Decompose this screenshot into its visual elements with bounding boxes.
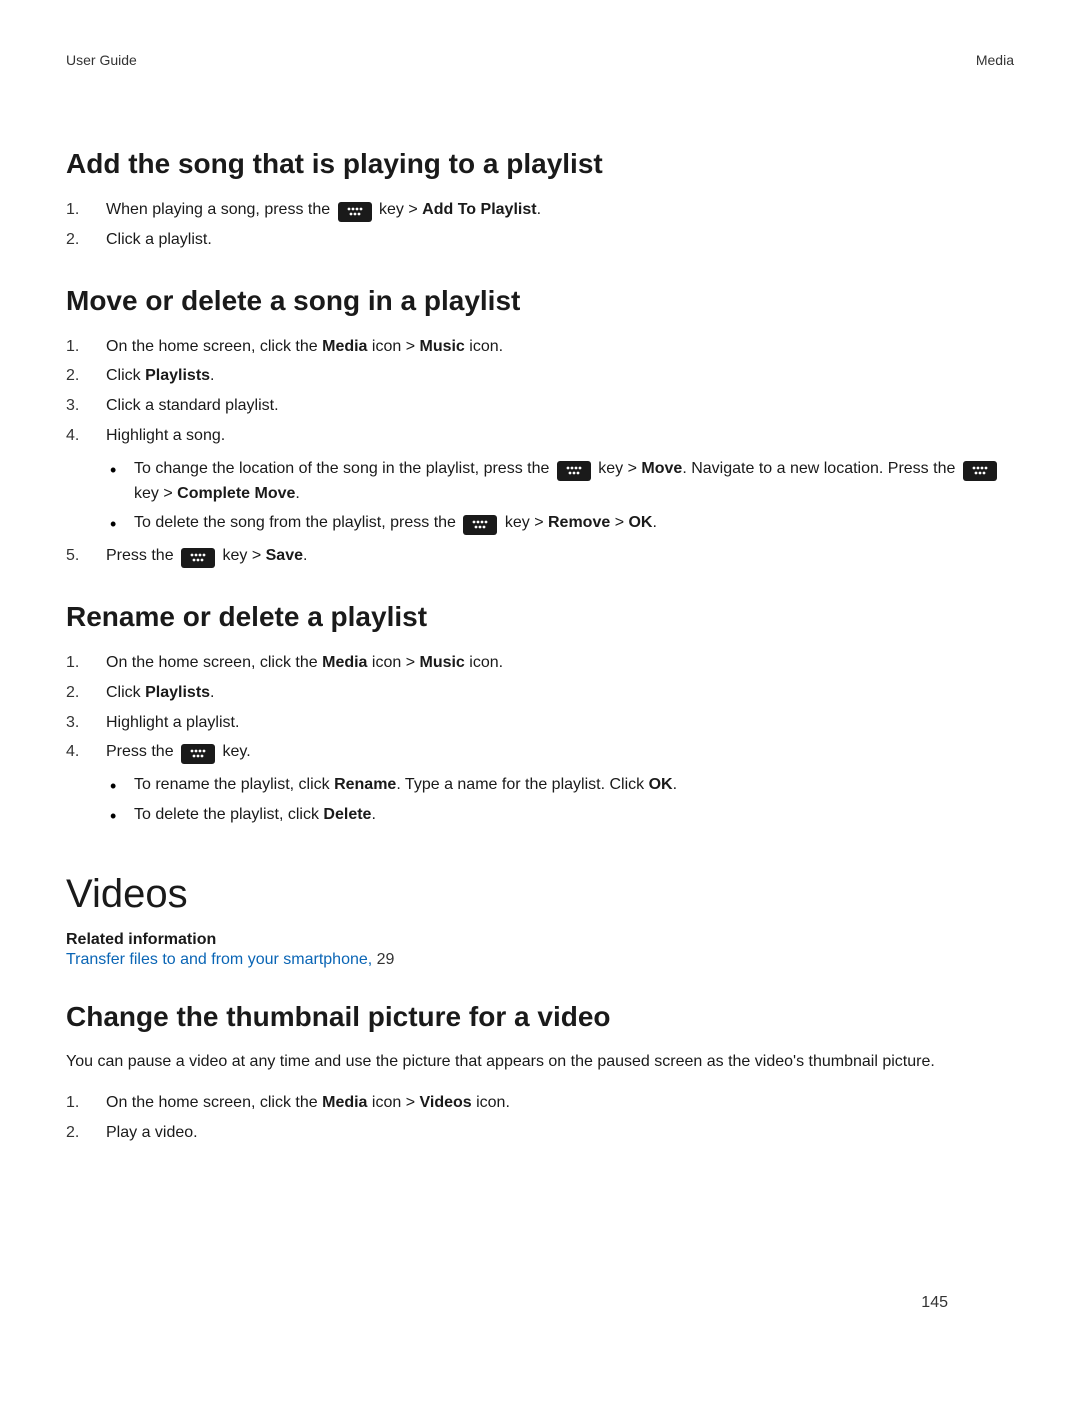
heading-change-thumbnail: Change the thumbnail picture for a video xyxy=(66,1001,1014,1033)
thumbnail-para: You can pause a video at any time and us… xyxy=(66,1051,1014,1073)
menu-key-icon xyxy=(963,461,997,481)
header-right: Media xyxy=(976,52,1014,68)
sub-bullets: To rename the playlist, click Rename. Ty… xyxy=(106,773,1014,828)
page-number: 145 xyxy=(921,1294,948,1312)
steps-add-song: When playing a song, press the key > Add… xyxy=(66,198,1014,253)
steps-change-thumbnail: On the home screen, click the Media icon… xyxy=(66,1091,1014,1146)
sub-bullets: To change the location of the song in th… xyxy=(106,457,1014,536)
step: On the home screen, click the Media icon… xyxy=(66,651,1014,676)
related-info-heading: Related information xyxy=(66,931,1014,949)
step: On the home screen, click the Media icon… xyxy=(66,1091,1014,1116)
steps-move-delete-song: On the home screen, click the Media icon… xyxy=(66,335,1014,569)
step: When playing a song, press the key > Add… xyxy=(66,198,1014,223)
heading-rename-delete-playlist: Rename or delete a playlist xyxy=(66,601,1014,633)
heading-add-song: Add the song that is playing to a playli… xyxy=(66,148,1014,180)
step: Play a video. xyxy=(66,1121,1014,1146)
step: On the home screen, click the Media icon… xyxy=(66,335,1014,360)
related-link[interactable]: Transfer files to and from your smartpho… xyxy=(66,951,377,968)
step: Click Playlists. xyxy=(66,364,1014,389)
menu-key-icon xyxy=(463,515,497,535)
step: Click a playlist. xyxy=(66,228,1014,253)
step: Highlight a playlist. xyxy=(66,711,1014,736)
bullet: To delete the playlist, click Delete. xyxy=(106,803,1014,828)
header-left: User Guide xyxy=(66,52,137,68)
menu-key-icon xyxy=(338,202,372,222)
related-link-page: 29 xyxy=(377,951,395,968)
bullet: To change the location of the song in th… xyxy=(106,457,1014,507)
page-header: User Guide Media xyxy=(66,52,1014,68)
step: Press the key. To rename the playlist, c… xyxy=(66,740,1014,827)
bullet: To rename the playlist, click Rename. Ty… xyxy=(106,773,1014,798)
menu-key-icon xyxy=(557,461,591,481)
menu-key-icon xyxy=(181,744,215,764)
step: Highlight a song. To change the location… xyxy=(66,424,1014,536)
step: Click Playlists. xyxy=(66,681,1014,706)
step: Click a standard playlist. xyxy=(66,394,1014,419)
step: Press the key > Save. xyxy=(66,544,1014,569)
menu-key-icon xyxy=(181,548,215,568)
heading-videos: Videos xyxy=(66,872,1014,917)
heading-move-delete-song: Move or delete a song in a playlist xyxy=(66,285,1014,317)
steps-rename-delete-playlist: On the home screen, click the Media icon… xyxy=(66,651,1014,828)
bullet: To delete the song from the playlist, pr… xyxy=(106,511,1014,536)
related-link-line: Transfer files to and from your smartpho… xyxy=(66,951,1014,969)
